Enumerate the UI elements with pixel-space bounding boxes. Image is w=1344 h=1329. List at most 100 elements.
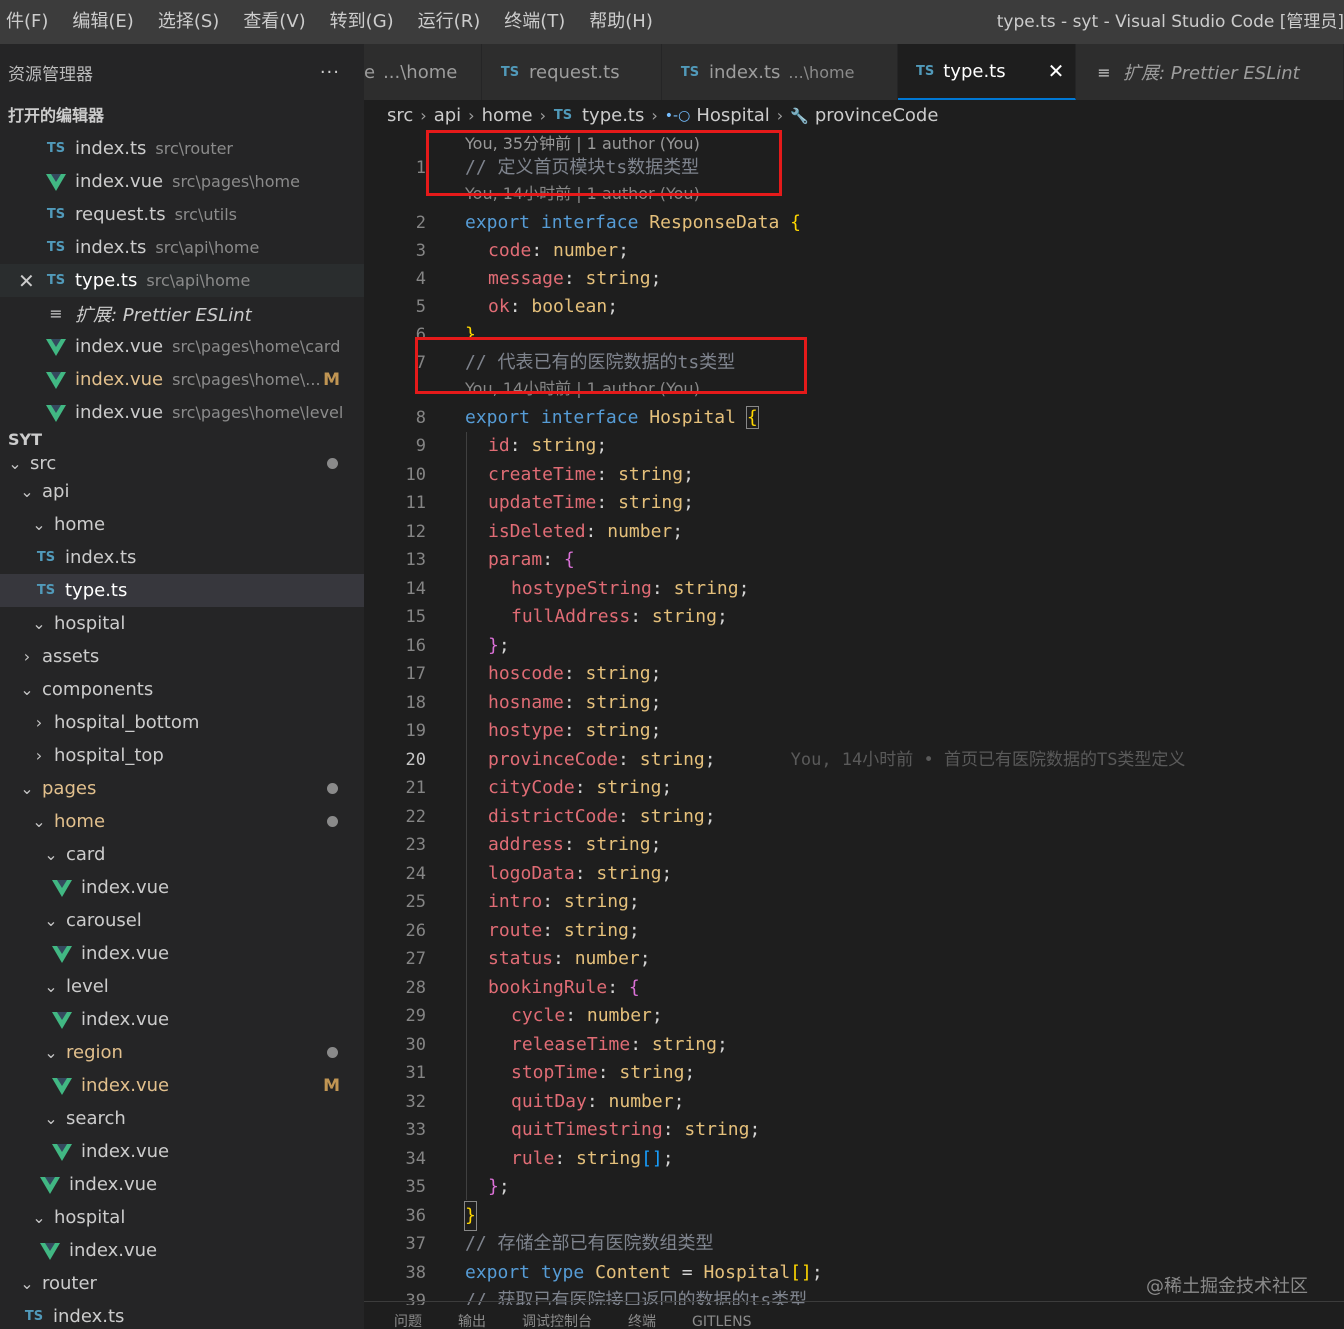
tree-folder[interactable]: › hospital_top: [0, 739, 364, 772]
tree-folder[interactable]: ⌄ home: [0, 805, 364, 838]
panel-tab-problems[interactable]: 问题: [394, 1302, 422, 1329]
menu-view[interactable]: 查看(V): [231, 0, 317, 44]
open-editor-item[interactable]: index.vue src\pages\home\card: [0, 330, 364, 363]
breadcrumb: src › api › home › TS type.ts › •-○ Hospital › …: [364, 100, 1344, 131]
breadcrumb-provincecode[interactable]: provinceCode: [815, 105, 939, 126]
vue-file-icon: [40, 1176, 60, 1194]
menu-selection[interactable]: 选择(S): [146, 0, 231, 44]
vue-file-icon: [46, 173, 66, 191]
tab-type-ts[interactable]: TS type.ts ✕: [898, 44, 1076, 100]
ts-file-icon: TS: [500, 64, 520, 80]
tree-folder[interactable]: ⌄ carousel: [0, 904, 364, 937]
code-line: 35};: [405, 1176, 510, 1197]
tree-folder[interactable]: ⌄ pages: [0, 772, 364, 805]
open-editor-item[interactable]: TS index.ts src\router: [0, 132, 364, 165]
panel-tab-terminal[interactable]: 终端: [628, 1302, 656, 1329]
tab-index-ts[interactable]: TS index.ts ...\home: [662, 44, 898, 100]
breadcrumb-src[interactable]: src: [387, 105, 413, 126]
wrench-icon: 🔧: [790, 106, 809, 125]
tree-folder[interactable]: › hospital_bottom: [0, 706, 364, 739]
code-line: 11 updateTime: string;: [405, 492, 694, 513]
tree-file[interactable]: TS index.ts: [0, 541, 364, 574]
code-line: 30 releaseTime: string;: [405, 1034, 728, 1055]
panel-tab-debug-console[interactable]: 调试控制台: [522, 1302, 592, 1329]
chevron-down-icon: ⌄: [32, 812, 46, 831]
more-actions-icon[interactable]: ···: [320, 62, 340, 83]
code-line: 23 address: string;: [405, 834, 662, 855]
vue-file-icon: [52, 945, 72, 963]
menu-help[interactable]: 帮助(H): [577, 0, 665, 44]
code-line: 27 status: number;: [405, 948, 651, 969]
code-line: 31 stopTime: string;: [405, 1062, 696, 1083]
menu-file[interactable]: 件(F): [0, 0, 60, 44]
code-line: 34 rule: string[];: [405, 1148, 674, 1169]
annotation-box: [426, 130, 782, 196]
tree-folder[interactable]: ⌄ card: [0, 838, 364, 871]
tree-folder[interactable]: ⌄ home: [0, 508, 364, 541]
tree-file[interactable]: TS index.ts: [0, 1300, 364, 1329]
tab-request-ts[interactable]: TS request.ts: [482, 44, 662, 100]
code-line: 17 hoscode: string;: [405, 663, 662, 684]
open-editor-item[interactable]: ≡ 扩展: Prettier ESLint: [0, 297, 364, 330]
breadcrumb-type-ts[interactable]: type.ts: [582, 105, 644, 126]
tree-folder[interactable]: ⌄ api: [0, 475, 364, 508]
breadcrumb-hospital[interactable]: Hospital: [696, 105, 769, 126]
tree-folder[interactable]: ⌄ search: [0, 1102, 364, 1135]
tree-folder[interactable]: ⌄ region: [0, 1036, 364, 1069]
open-editors-section[interactable]: 打开的编辑器: [0, 100, 364, 132]
tree-file[interactable]: index.vue: [0, 1234, 364, 1267]
menu-edit[interactable]: 编辑(E): [60, 0, 145, 44]
code-line: 36}: [364, 1201, 1344, 1231]
open-editor-item[interactable]: TS request.ts src\utils: [0, 198, 364, 231]
ts-file-icon: TS: [36, 550, 56, 565]
tree-file[interactable]: index.vue: [0, 1135, 364, 1168]
tab-home[interactable]: e ...\home: [364, 44, 482, 100]
tree-folder[interactable]: ⌄ hospital: [0, 1201, 364, 1234]
code-line: 15 fullAddress: string;: [405, 606, 728, 627]
title-bar: 件(F) 编辑(E) 选择(S) 查看(V) 转到(G) 运行(R) 终端(T)…: [0, 0, 1344, 44]
code-line: 33 quitTimestring: string;: [405, 1119, 761, 1140]
code-line: 28 bookingRule: {: [405, 977, 640, 998]
tree-folder[interactable]: › assets: [0, 640, 364, 673]
breadcrumb-api[interactable]: api: [434, 105, 461, 126]
modified-dot: [327, 1047, 338, 1058]
open-editor-item[interactable]: index.vue src\pages\home\... M: [0, 363, 364, 396]
tab-prettier-eslint[interactable]: ≡ 扩展: Prettier ESLint: [1076, 44, 1344, 100]
close-icon[interactable]: ✕: [1048, 59, 1065, 83]
open-editor-item[interactable]: TS index.ts src\api\home: [0, 231, 364, 264]
menu-terminal[interactable]: 终端(T): [492, 0, 577, 44]
code-line: 16};: [405, 635, 510, 656]
open-editor-item[interactable]: index.vue src\pages\home\level: [0, 396, 364, 429]
open-editor-item-active[interactable]: ✕ TS type.ts src\api\home: [0, 264, 364, 297]
code-line: 13 param: {: [405, 549, 575, 570]
ts-file-icon: TS: [553, 108, 573, 123]
chevron-right-icon: ›: [23, 647, 31, 666]
panel-tab-output[interactable]: 输出: [458, 1302, 486, 1329]
tree-folder[interactable]: ⌄ level: [0, 970, 364, 1003]
chevron-down-icon: ⌄: [20, 482, 34, 501]
project-section[interactable]: SYT: [0, 429, 364, 451]
ts-file-icon: TS: [36, 583, 56, 598]
chevron-down-icon: ⌄: [20, 779, 34, 798]
tree-file[interactable]: index.vue M: [0, 1069, 364, 1102]
tree-folder[interactable]: ⌄ router: [0, 1267, 364, 1300]
tree-file[interactable]: index.vue: [0, 1168, 364, 1201]
panel-tab-gitlens[interactable]: GITLENS: [692, 1302, 752, 1329]
code-line: 22 districtCode: string;: [405, 806, 716, 827]
code-line: 8 export interface Hospital {: [415, 406, 759, 429]
tree-folder[interactable]: ⌄ hospital: [0, 607, 364, 640]
tree-file[interactable]: index.vue: [0, 937, 364, 970]
tree-file-selected[interactable]: TS type.ts: [0, 574, 364, 607]
open-editor-item[interactable]: index.vue src\pages\home: [0, 165, 364, 198]
breadcrumb-home[interactable]: home: [482, 105, 533, 126]
close-icon[interactable]: ✕: [18, 269, 35, 293]
menu-go[interactable]: 转到(G): [318, 0, 406, 44]
tree-folder[interactable]: ⌄ src: [0, 451, 364, 475]
tree-folder[interactable]: ⌄ components: [0, 673, 364, 706]
menu-run[interactable]: 运行(R): [406, 0, 493, 44]
tree-file[interactable]: index.vue: [0, 1003, 364, 1036]
menu-bar: 件(F) 编辑(E) 选择(S) 查看(V) 转到(G) 运行(R) 终端(T)…: [0, 0, 665, 44]
editor-tabs: e ...\home TS request.ts TS index.ts ...\hom…: [364, 44, 1344, 100]
chevron-right-icon: ›: [468, 106, 475, 125]
tree-file[interactable]: index.vue: [0, 871, 364, 904]
